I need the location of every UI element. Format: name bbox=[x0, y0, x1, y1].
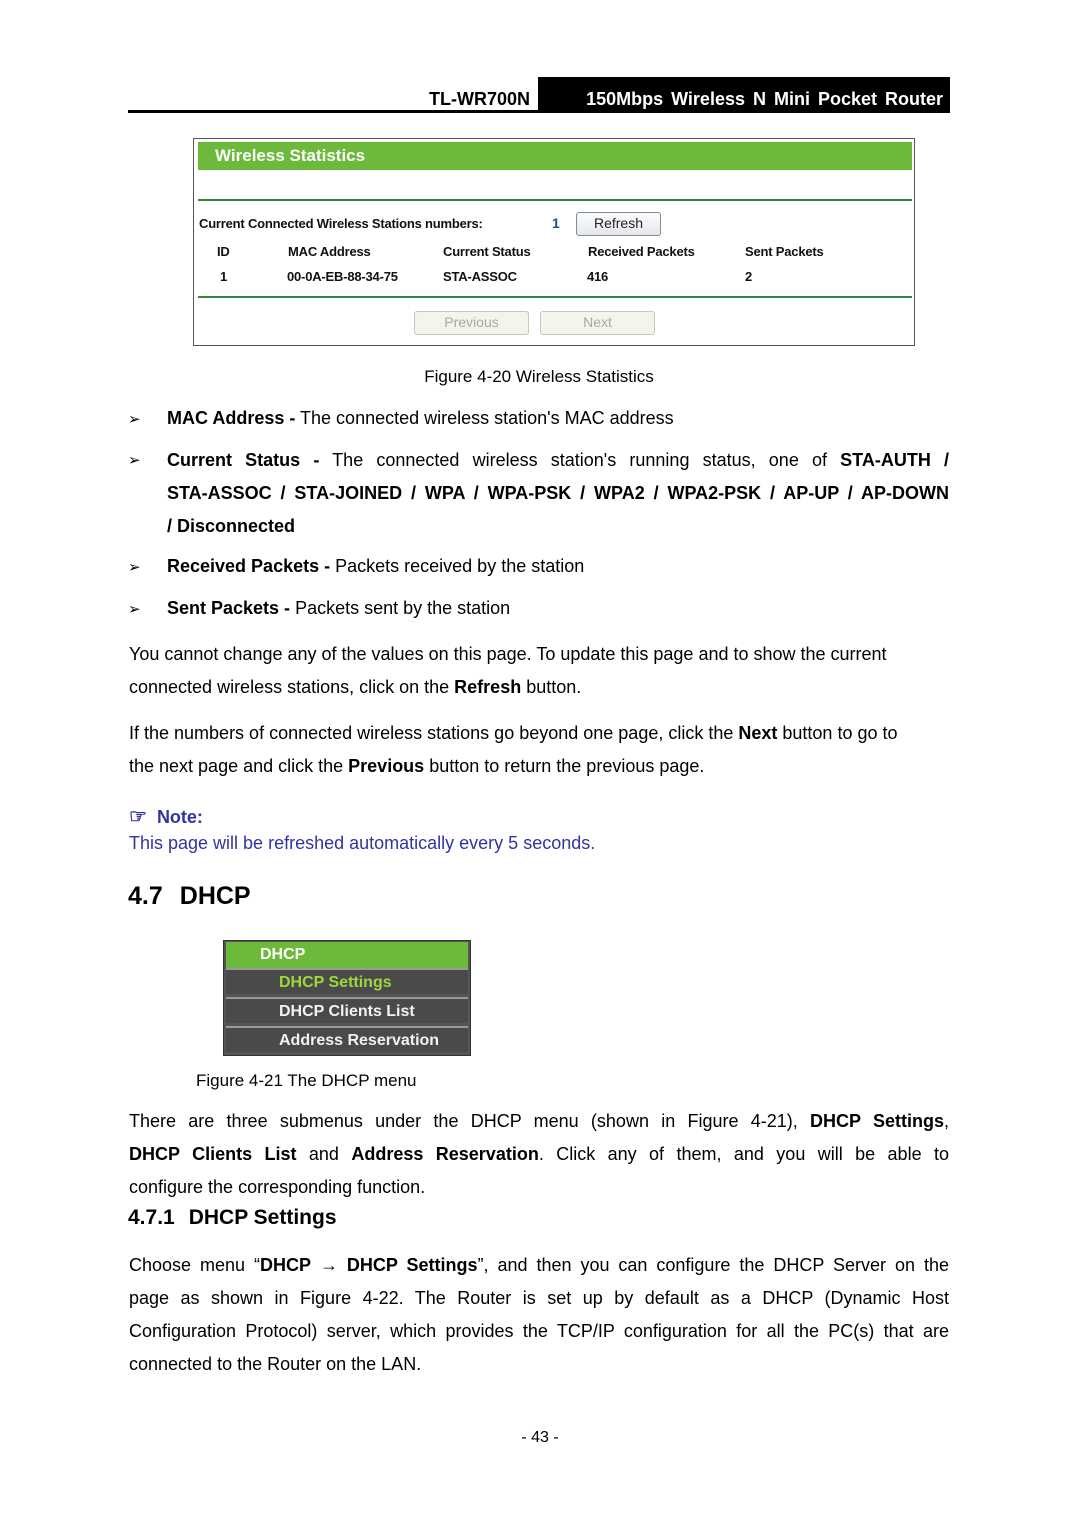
ws-divider-bottom bbox=[198, 296, 912, 298]
bullet-arrow-icon: ➢ bbox=[128, 411, 141, 428]
next-button[interactable]: Next bbox=[540, 311, 655, 335]
header-rule bbox=[128, 110, 950, 113]
bullet-sent-packets: Sent Packets - Packets sent by the stati… bbox=[167, 598, 511, 618]
arrow-right-icon: → bbox=[319, 1255, 338, 1275]
cell-received: 416 bbox=[587, 269, 609, 284]
paragraph-refresh: You cannot change any of the values on t… bbox=[129, 644, 887, 697]
cell-id: 1 bbox=[220, 269, 228, 284]
bullet-mac-address: MAC Address - The connected wireless sta… bbox=[167, 408, 674, 428]
menu-dhcp[interactable]: DHCP bbox=[226, 942, 468, 968]
bullet-arrow-icon: ➢ bbox=[128, 601, 141, 618]
pointing-hand-icon: ☞ bbox=[129, 806, 147, 828]
col-header-mac: MAC Address bbox=[288, 244, 371, 259]
refresh-button[interactable]: Refresh bbox=[576, 212, 661, 236]
bullet-arrow-icon: ➢ bbox=[128, 452, 141, 469]
cell-mac: 00-0A-EB-88-34-75 bbox=[287, 269, 398, 284]
cell-sent: 2 bbox=[745, 269, 753, 284]
note-text: This page will be refreshed automaticall… bbox=[129, 833, 596, 853]
note-heading: ☞ Note: bbox=[129, 806, 203, 828]
paragraph-submenus: There are three submenus under the DHCP … bbox=[129, 1111, 950, 1197]
col-header-status: Current Status bbox=[443, 244, 531, 259]
paragraph-dhcp-settings: Choose menu “DHCP → DHCP Settings”, and … bbox=[129, 1255, 949, 1374]
menu-address-reservation[interactable]: Address Reservation bbox=[226, 1026, 468, 1052]
figure-4-20-caption: Figure 4-20 Wireless Statistics bbox=[424, 367, 654, 386]
col-header-received: Received Packets bbox=[588, 244, 695, 259]
bullet-received-packets: Received Packets - Packets received by t… bbox=[167, 556, 585, 576]
bullet-current-status: Current Status - The connected wireless … bbox=[167, 450, 949, 536]
menu-dhcp-clients-list[interactable]: DHCP Clients List bbox=[226, 997, 468, 1023]
cell-status: STA-ASSOC bbox=[443, 269, 517, 284]
previous-button[interactable]: Previous bbox=[414, 311, 529, 335]
header-product: 150Mbps Wireless N Mini Pocket Router bbox=[586, 89, 943, 109]
col-header-id: ID bbox=[217, 244, 230, 259]
menu-dhcp-settings[interactable]: DHCP Settings bbox=[226, 968, 468, 994]
header-model: TL-WR700N bbox=[428, 89, 530, 109]
ws-title: Wireless Statistics bbox=[215, 146, 366, 165]
subsection-heading: 4.7.1 DHCP Settings bbox=[128, 1206, 337, 1229]
figure-4-21-caption: Figure 4-21 The DHCP menu bbox=[196, 1071, 417, 1090]
page-number: - 43 - bbox=[521, 1429, 559, 1446]
bullet-arrow-icon: ➢ bbox=[128, 559, 141, 576]
paragraph-pagination: If the numbers of connected wireless sta… bbox=[129, 723, 898, 776]
ws-divider-top bbox=[198, 199, 912, 201]
stations-count: 1 bbox=[552, 215, 560, 231]
dhcp-menu: DHCP DHCP Settings DHCP Clients List Add… bbox=[223, 940, 471, 1056]
stations-label: Current Connected Wireless Stations numb… bbox=[199, 216, 483, 231]
section-heading: 4.7 DHCP bbox=[128, 882, 251, 910]
col-header-sent: Sent Packets bbox=[745, 244, 824, 259]
